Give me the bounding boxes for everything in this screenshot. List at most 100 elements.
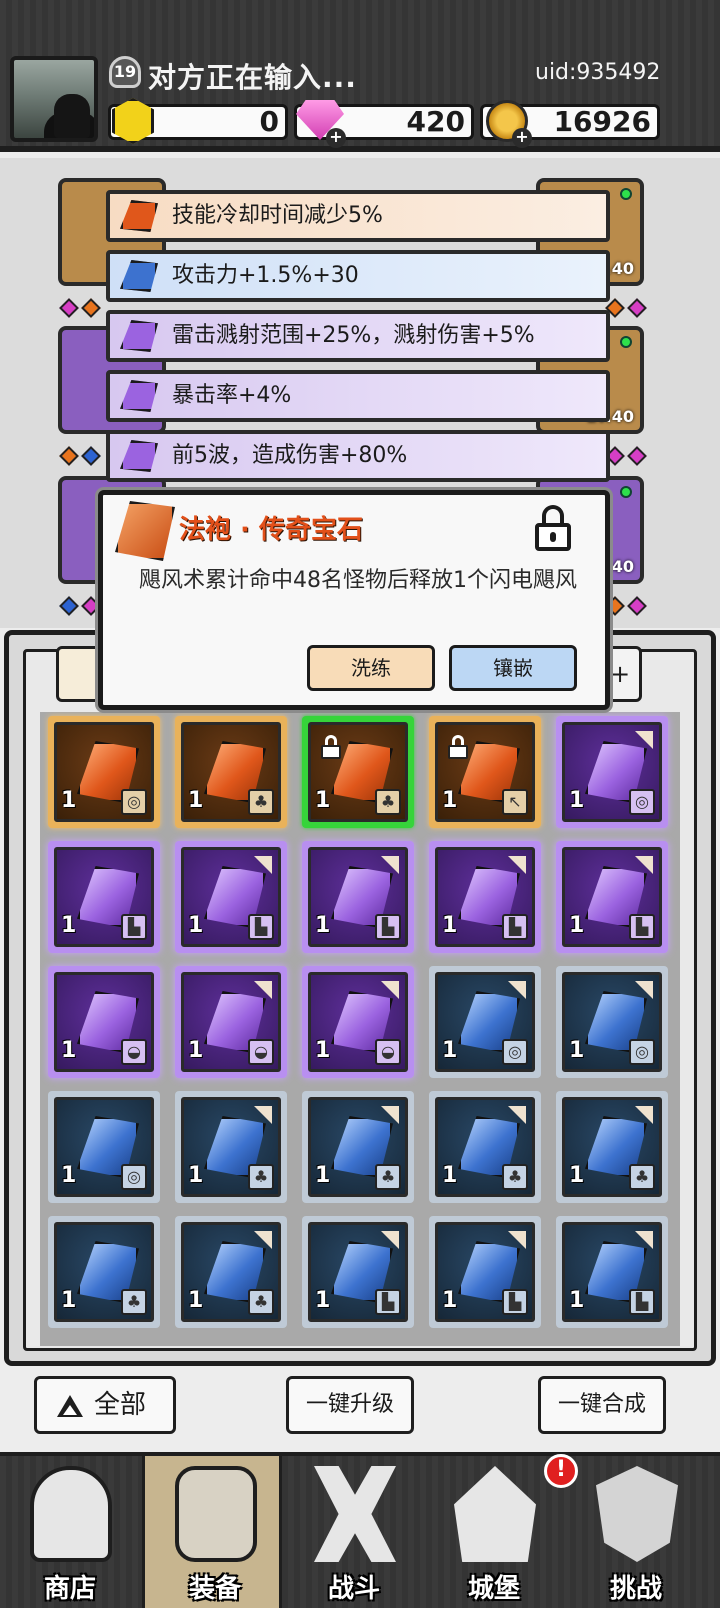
item-count: 1	[61, 1038, 77, 1063]
gem-item-frame: 1 ◎	[54, 1097, 154, 1197]
item-count: 1	[61, 788, 77, 813]
gem-item[interactable]: 1 ▙	[429, 1216, 541, 1328]
stat-text: 技能冷却时间减少5%	[172, 203, 383, 228]
gem-item[interactable]: 1 ↖	[429, 716, 541, 828]
item-count: 1	[61, 1288, 77, 1313]
gem-item[interactable]: 1 ▙	[48, 841, 160, 953]
stat-row: 雷击溅射范围+25%，溅射伤害+5%	[106, 310, 610, 362]
boot-icon: ▙	[248, 914, 274, 940]
refine-button[interactable]: 洗练	[307, 645, 435, 691]
gem-item[interactable]: 1 ◒	[48, 966, 160, 1078]
upgrade-all-button[interactable]: 一键升级	[286, 1376, 414, 1434]
castle-icon	[454, 1466, 536, 1562]
popup-description: 飓风术累计命中48名怪物后释放1个闪电飓风	[139, 568, 577, 593]
item-count: 1	[315, 1038, 331, 1063]
new-corner-icon	[635, 1106, 653, 1124]
new-corner-icon	[381, 856, 399, 874]
robe-icon: ♣	[248, 1289, 274, 1315]
lock-icon	[448, 735, 468, 759]
stat-text: 攻击力+1.5%+30	[172, 263, 359, 288]
coin-amount: 16926	[553, 105, 651, 138]
add-gems-icon[interactable]: +	[326, 128, 346, 148]
gem-item[interactable]: 1 ♣	[302, 1091, 414, 1203]
gem-item[interactable]: 1 ◎	[48, 1091, 160, 1203]
filter-all-button[interactable]: 全部	[34, 1376, 176, 1434]
new-corner-icon	[508, 1231, 526, 1249]
gem-item[interactable]: 1 ◎	[429, 966, 541, 1078]
boot-icon: ▙	[629, 1289, 655, 1315]
gem-item-frame: 1 ▙	[562, 1222, 662, 1322]
gold-amount: 0	[259, 105, 279, 138]
ring-icon: ◎	[502, 1039, 528, 1065]
robe-icon: ♣	[375, 1164, 401, 1190]
gem-item[interactable]: 1 ▙	[302, 1216, 414, 1328]
upgrade-dot-icon	[620, 486, 632, 498]
gem-item-frame: 1 ♣	[181, 722, 281, 822]
gem-item-frame: 1 ◒	[181, 972, 281, 1072]
nav-shop[interactable]: 商店	[0, 1456, 140, 1608]
ring-icon: ◎	[121, 789, 147, 815]
new-corner-icon	[508, 856, 526, 874]
item-count: 1	[442, 1163, 458, 1188]
nav-equip[interactable]: 装备	[142, 1456, 282, 1608]
item-count: 1	[315, 1288, 331, 1313]
gem-item-frame: 1 ▙	[562, 847, 662, 947]
gem-item[interactable]: 1 ♣	[175, 1091, 287, 1203]
robe-icon: ♣	[248, 1164, 274, 1190]
gem-item[interactable]: 1 ♣	[175, 1216, 287, 1328]
gem-item[interactable]: 1 ◎	[48, 716, 160, 828]
ring-icon: ◎	[629, 789, 655, 815]
gem-item[interactable]: 1 ♣	[429, 1091, 541, 1203]
shield-icon	[596, 1466, 678, 1562]
socket-diamond-icon	[81, 298, 101, 318]
gem-item-frame: 1 ▙	[308, 1222, 408, 1322]
new-corner-icon	[635, 731, 653, 749]
boot-icon: ▙	[502, 914, 528, 940]
new-corner-icon	[635, 981, 653, 999]
new-corner-icon	[254, 1231, 272, 1249]
add-coins-icon[interactable]: +	[512, 128, 532, 148]
gem-item[interactable]: 1 ▙	[556, 1216, 668, 1328]
item-count: 1	[188, 1163, 204, 1188]
gem-item[interactable]: 1 ▙	[429, 841, 541, 953]
gem-item[interactable]: 1 ▙	[175, 841, 287, 953]
purple-gem-icon	[120, 320, 158, 352]
avatar[interactable]	[10, 56, 98, 142]
gem-item[interactable]: 1 ◒	[175, 966, 287, 1078]
inlay-button[interactable]: 镶嵌	[449, 645, 577, 691]
socket-diamond-icon	[59, 298, 79, 318]
merge-all-button[interactable]: 一键合成	[538, 1376, 666, 1434]
boot-icon: ▙	[375, 914, 401, 940]
level-badge: 19	[109, 56, 141, 88]
nav-castle[interactable]: 城堡	[424, 1456, 564, 1608]
gem-item[interactable]: 1 ♣	[48, 1216, 160, 1328]
gem-item[interactable]: 1 ▙	[302, 841, 414, 953]
item-count: 1	[569, 1038, 585, 1063]
gem-item[interactable]: 1 ▙	[556, 841, 668, 953]
gem-item[interactable]: 1 ◎	[556, 716, 668, 828]
gem-item[interactable]: 1 ◒	[302, 966, 414, 1078]
item-count: 1	[61, 1163, 77, 1188]
gem-item[interactable]: 1 ♣	[302, 716, 414, 828]
new-corner-icon	[254, 1106, 272, 1124]
socket-diamond-icon	[627, 298, 647, 318]
lock-icon[interactable]	[535, 505, 571, 551]
stat-row: 暴击率+4%	[106, 370, 610, 422]
new-corner-icon	[381, 981, 399, 999]
nav-challenge[interactable]: 挑战	[566, 1456, 706, 1608]
new-corner-icon	[381, 1231, 399, 1249]
boot-icon: ▙	[629, 914, 655, 940]
gem-item-frame: 1 ↖	[435, 722, 535, 822]
gem-item[interactable]: 1 ◎	[556, 966, 668, 1078]
item-count: 1	[315, 1163, 331, 1188]
gem-detail-popup: 法袍 · 传奇宝石 飓风术累计命中48名怪物后释放1个闪电飓风 洗练 镶嵌	[98, 490, 610, 710]
robe-icon: ♣	[121, 1289, 147, 1315]
stat-row: 前5波，造成伤害+80%	[106, 430, 610, 482]
gem-item[interactable]: 1 ♣	[556, 1091, 668, 1203]
nav-battle[interactable]: 战斗	[284, 1456, 424, 1608]
orange-gem-icon	[120, 200, 158, 232]
gem-item[interactable]: 1 ♣	[175, 716, 287, 828]
shop-icon	[30, 1466, 112, 1562]
boot-icon: ▙	[121, 914, 147, 940]
stat-text: 雷击溅射范围+25%，溅射伤害+5%	[172, 323, 535, 348]
